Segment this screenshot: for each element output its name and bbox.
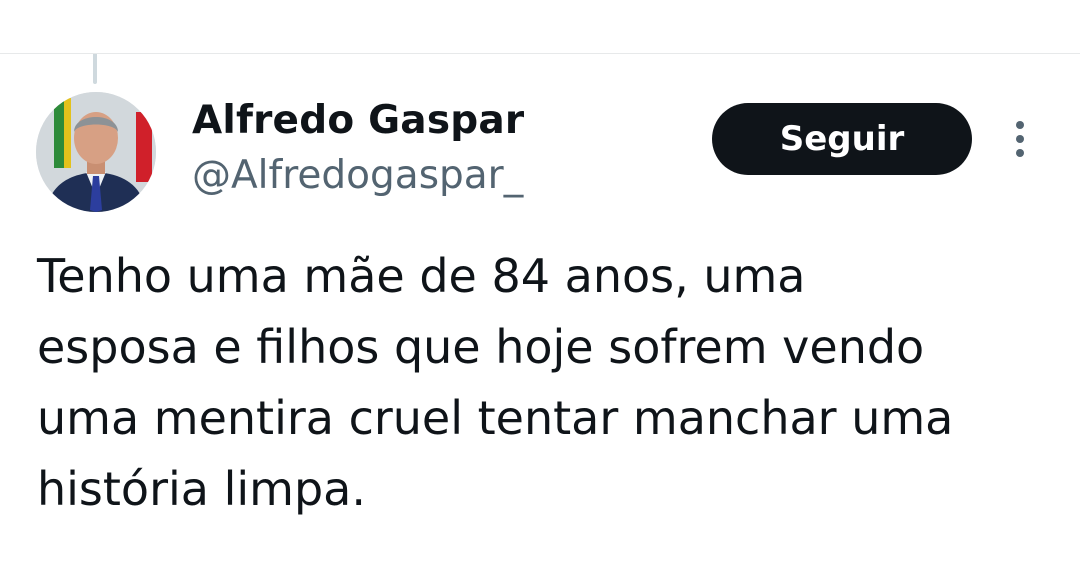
- tweet-text-line: uma mentira cruel tentar manchar uma: [37, 391, 954, 445]
- top-divider: [0, 53, 1080, 54]
- tweet-text-line: história limpa.: [37, 462, 366, 516]
- follow-button[interactable]: Seguir: [712, 103, 972, 175]
- more-options-button[interactable]: [1004, 117, 1036, 161]
- thread-connector-line: [93, 54, 97, 84]
- author-handle[interactable]: @Alfredogaspar_: [192, 151, 523, 201]
- tweet-text: Tenho uma mãe de 84 anos, uma esposa e f…: [37, 241, 1047, 525]
- profile-photo-icon: [36, 92, 156, 212]
- author-display-name[interactable]: Alfredo Gaspar: [192, 96, 524, 146]
- avatar[interactable]: [36, 92, 156, 212]
- tweet-text-line: esposa e filhos que hoje sofrem vendo: [37, 320, 925, 374]
- vertical-ellipsis-icon: [1016, 121, 1024, 157]
- tweet-text-line: Tenho uma mãe de 84 anos, uma: [37, 249, 806, 303]
